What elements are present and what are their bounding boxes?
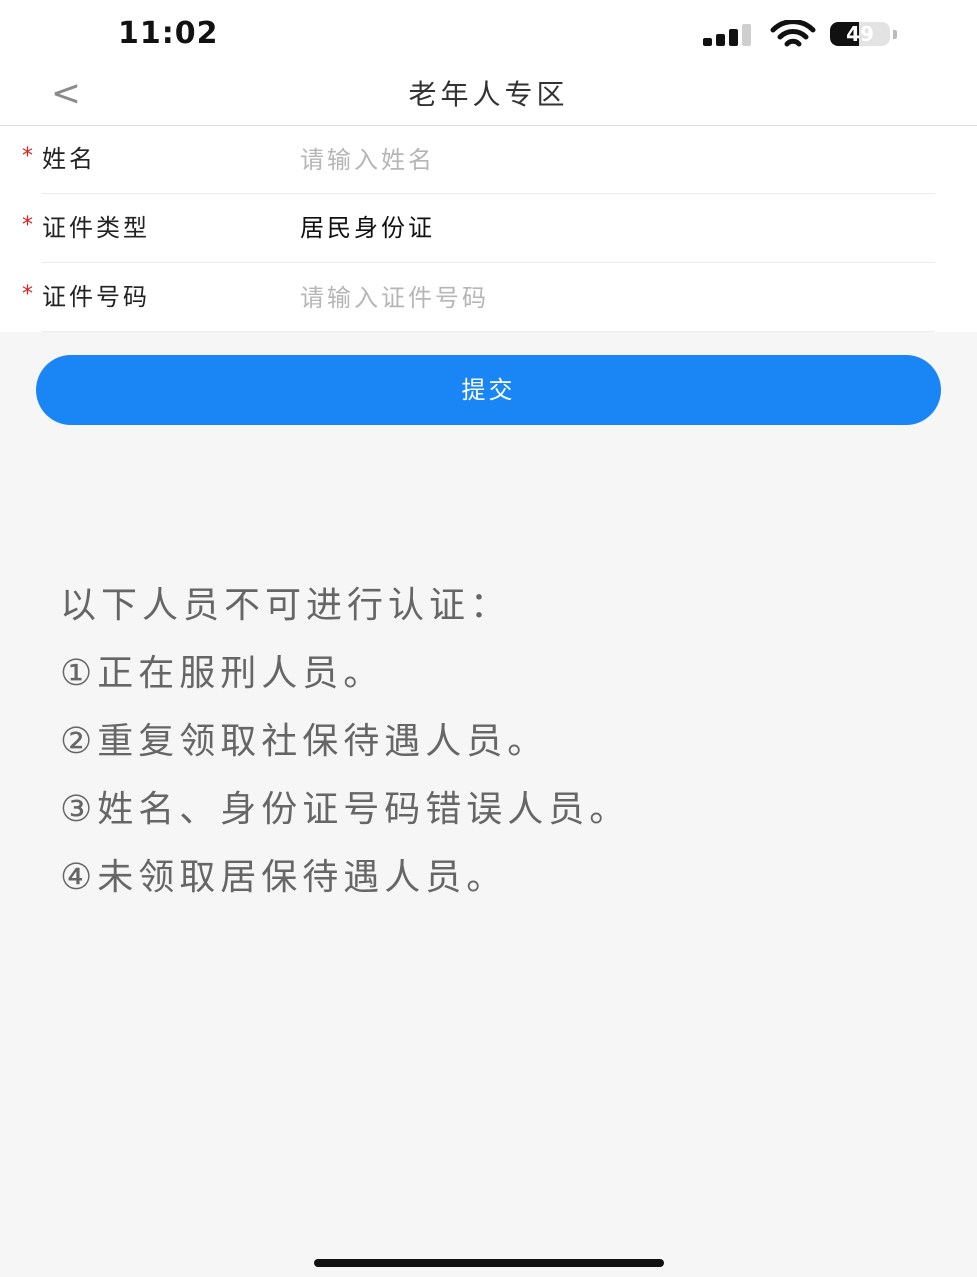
status-time: 11:02 [118, 16, 219, 51]
back-icon[interactable]: < [40, 68, 92, 125]
id-number-input[interactable] [300, 278, 920, 318]
notice: 以下人员不可进行认证： ①正在服刑人员。 ②重复领取社保待遇人员。 ③姓名、身份… [60, 580, 940, 904]
form: * 姓名 * 证件类型 居民身份证 * 证件号码 [0, 126, 977, 332]
name-input[interactable] [300, 140, 920, 180]
required-mark: * [22, 282, 33, 307]
id-type-row[interactable]: * 证件类型 居民身份证 [0, 195, 977, 263]
battery-icon: 49 [830, 22, 890, 46]
id-number-row: * 证件号码 [0, 264, 977, 332]
battery-percent: 49 [846, 22, 874, 46]
name-row: * 姓名 [0, 126, 977, 194]
status-bar: 11:02 49 [0, 0, 977, 68]
notice-item: ②重复领取社保待遇人员。 [60, 721, 549, 762]
required-mark: * [22, 213, 33, 238]
notice-item: ④未领取居保待遇人员。 [60, 857, 508, 898]
id-number-label: 证件号码 [42, 283, 150, 311]
cellular-signal-icon [703, 24, 755, 46]
divider [42, 262, 935, 263]
id-type-label: 证件类型 [42, 214, 150, 242]
submit-button[interactable]: 提交 [36, 355, 941, 425]
notice-title: 以下人员不可进行认证： [60, 585, 512, 626]
page-title: 老年人专区 [408, 78, 569, 111]
notice-item: ①正在服刑人员。 [60, 653, 385, 694]
nav-bar: < 老年人专区 [0, 68, 977, 126]
notice-item: ③姓名、身份证号码错误人员。 [60, 789, 631, 830]
divider [42, 193, 935, 194]
required-mark: * [22, 144, 33, 169]
battery-tip [893, 30, 897, 39]
name-label: 姓名 [42, 145, 96, 173]
id-type-select[interactable]: 居民身份证 [300, 195, 435, 263]
divider [42, 331, 935, 332]
home-indicator[interactable] [314, 1259, 664, 1267]
wifi-icon [770, 20, 816, 47]
